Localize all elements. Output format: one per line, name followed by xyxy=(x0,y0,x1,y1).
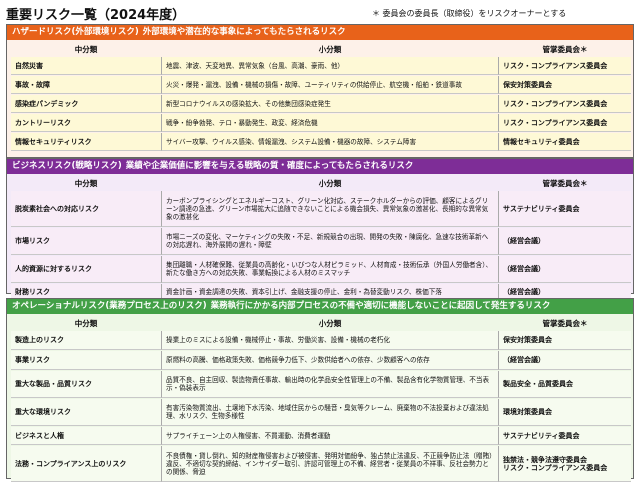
risk-committee: リスク・コンプライアンス委員会 xyxy=(499,114,631,132)
risk-committee: 情報セキュリティ委員会 xyxy=(499,133,631,151)
risk-category: 情報セキュリティリスク xyxy=(11,133,161,151)
risk-category: 事業リスク xyxy=(11,351,161,370)
risk-category: 感染症パンデミック xyxy=(11,95,161,113)
hazard-risk-table: 中分類 小分類 管掌委員会＊ 自然災害 地震、津波、天変地異、異常気象（台風、高… xyxy=(11,42,631,152)
section-label: ビジネスリスク(戦略リスク) xyxy=(12,161,122,171)
risk-committee: 保安対策委員会 xyxy=(499,331,631,350)
risk-detail: 地震、津波、天変地異、異常気象（台風、高潮、豪雨、他） xyxy=(161,57,499,75)
risk-detail: 不良債権・貸し倒れ、知的財産権侵害および被侵害、発明対価紛争、独占禁止法違反、不… xyxy=(161,446,499,482)
risk-committee: リスク・コンプライアンス委員会 xyxy=(499,95,631,113)
column-header-mid: 中分類 xyxy=(74,319,98,328)
section-operational-risk: オペレーショナルリスク(業務プロセス上のリスク) 業務執行にかかる内部プロセスの不… xyxy=(6,298,634,482)
business-risk-table: 中分類 小分類 管掌委員会＊ 脱炭素社会への対応リスク カーボンプライシングとエ… xyxy=(11,176,631,301)
risk-committee: （経営会議） xyxy=(499,228,631,255)
risk-category: 製造上のリスク xyxy=(11,331,161,350)
page-title: 重要リスク一覧（2024年度） xyxy=(6,8,186,23)
section-header-hazard: ハザードリスク(外部環境リスク) 外部環境や潜在的な事象によってもたらされるリスク xyxy=(7,25,633,40)
operational-risk-table: 中分類 小分類 管掌委員会＊ 製造上のリスク 操業上のミスによる設備・機械停止・… xyxy=(11,316,631,482)
risk-committee: 環境対策委員会 xyxy=(499,399,631,426)
risk-detail: 操業上のミスによる設備・機械停止・事故、労働災害、設備・機械の老朽化 xyxy=(161,331,499,350)
column-header-committee: 管掌委員会＊ xyxy=(542,45,588,54)
table-row: 情報セキュリティリスク サイバー攻撃、ウイルス感染、情報漏洩、システム設備・機器… xyxy=(11,133,631,151)
table-row: 重大な環境リスク 有害汚染物質流出、土壌地下水汚染、地域住民からの騒音・臭気等ク… xyxy=(11,399,631,426)
risk-category: 重大な製品・品質リスク xyxy=(11,371,161,398)
section-description: 外部環境や潜在的な事象によってもたらされるリスク xyxy=(142,27,346,37)
table-row: 脱炭素社会への対応リスク カーボンプライシングとエネルギーコスト、グリーン化対応… xyxy=(11,191,631,227)
column-header-small: 小分類 xyxy=(318,179,342,188)
table-row: 感染症パンデミック 新型コロナウイルスの感染拡大、その他集団感染症発生 リスク・… xyxy=(11,95,631,113)
risk-detail: 火災・爆発・漏洩、設備・機械の損傷・故障、ユーティリティの供給停止、航空機・船舶… xyxy=(161,76,499,94)
risk-detail: 有害汚染物質流出、土壌地下水汚染、地域住民からの騒音・臭気等クレーム、廃棄物の不… xyxy=(161,399,499,426)
risk-category: 市場リスク xyxy=(11,228,161,255)
table-row: 製造上のリスク 操業上のミスによる設備・機械停止・事故、労働災害、設備・機械の老… xyxy=(11,331,631,350)
table-row: 事業リスク 原燃料の高騰、価格政策失敗、価格競争力低下、少数供給者への依存、少数… xyxy=(11,351,631,370)
risk-committee: サステナビリティ委員会 xyxy=(499,191,631,227)
section-label: ハザードリスク(外部環境リスク) xyxy=(12,27,139,37)
column-header-committee: 管掌委員会＊ xyxy=(542,319,588,328)
risk-detail: カーボンプライシングとエネルギーコスト、グリーン化対応、ステークホルダーからの評… xyxy=(161,191,499,227)
column-header-small: 小分類 xyxy=(318,319,342,328)
risk-detail: 戦争・紛争勃発、テロ・暴動発生、政変、経済危機 xyxy=(161,114,499,132)
risk-category: 事故・故障 xyxy=(11,76,161,94)
section-description: 業務執行にかかる内部プロセスの不備や適切に機能しないことに起因して発生するリスク xyxy=(210,301,551,311)
risk-category: 脱炭素社会への対応リスク xyxy=(11,191,161,227)
table-row: 自然災害 地震、津波、天変地異、異常気象（台風、高潮、豪雨、他） リスク・コンプ… xyxy=(11,57,631,75)
table-row: 人的資源に対するリスク 集団離職・人材確保難、従業員の高齢化・いびつな人材ピラミ… xyxy=(11,256,631,283)
risk-category: 重大な環境リスク xyxy=(11,399,161,426)
risk-committee: （経営会議） xyxy=(499,351,631,370)
risk-detail: 市場ニーズの変化、マーケティングの失敗・不足、新規競合の出現、開発の失敗・陳腐化… xyxy=(161,228,499,255)
risk-owner-note: ＊ 委員会の委員長（取締役）をリスクオーナーとする xyxy=(372,9,567,18)
section-business-risk: ビジネスリスク(戦略リスク) 業績や企業価値に影響を与える戦略の質・確度によっても… xyxy=(6,158,634,300)
risk-category: 人的資源に対するリスク xyxy=(11,256,161,283)
risk-detail: 新型コロナウイルスの感染拡大、その他集団感染症発生 xyxy=(161,95,499,113)
risk-committee: （経営会議） xyxy=(499,256,631,283)
risk-committee: リスク・コンプライアンス委員会 xyxy=(499,57,631,75)
table-row: カントリーリスク 戦争・紛争勃発、テロ・暴動発生、政変、経済危機 リスク・コンプ… xyxy=(11,114,631,132)
risk-category: 自然災害 xyxy=(11,57,161,75)
risk-detail: 品質不良、自主回収、製造物責任事故、輸出時の化学品安全性管理上の不備、製品含有化… xyxy=(161,371,499,398)
section-hazard-risk: ハザードリスク(外部環境リスク) 外部環境や潜在的な事象によってもたらされるリスク… xyxy=(6,24,634,158)
risk-detail: 集団離職・人材確保難、従業員の高齢化・いびつな人材ピラミッド、人材育成・技術伝承… xyxy=(161,256,499,283)
column-header-committee: 管掌委員会＊ xyxy=(542,179,588,188)
risk-category: カントリーリスク xyxy=(11,114,161,132)
table-row: 法務・コンプライアンス上のリスク 不良債権・貸し倒れ、知的財産権侵害および被侵害… xyxy=(11,446,631,482)
risk-committee: サステナビリティ委員会 xyxy=(499,427,631,445)
table-header-row: 中分類 小分類 管掌委員会＊ xyxy=(11,43,631,56)
section-header-operational: オペレーショナルリスク(業務プロセス上のリスク) 業務執行にかかる内部プロセスの不… xyxy=(7,299,633,314)
risk-detail: サプライチェーン上の人権侵害、不買運動、消費者運動 xyxy=(161,427,499,445)
column-header-mid: 中分類 xyxy=(74,179,98,188)
table-row: ビジネスと人権 サプライチェーン上の人権侵害、不買運動、消費者運動 サステナビリ… xyxy=(11,427,631,445)
section-header-business: ビジネスリスク(戦略リスク) 業績や企業価値に影響を与える戦略の質・確度によっても… xyxy=(7,159,633,174)
section-label: オペレーショナルリスク(業務プロセス上のリスク) xyxy=(12,301,207,311)
risk-detail: 原燃料の高騰、価格政策失敗、価格競争力低下、少数供給者への依存、少数顧客への依存 xyxy=(161,351,499,370)
risk-committee: 保安対策委員会 xyxy=(499,76,631,94)
table-header-row: 中分類 小分類 管掌委員会＊ xyxy=(11,317,631,330)
column-header-mid: 中分類 xyxy=(74,45,98,54)
table-header-row: 中分類 小分類 管掌委員会＊ xyxy=(11,177,631,190)
table-row: 市場リスク 市場ニーズの変化、マーケティングの失敗・不足、新規競合の出現、開発の… xyxy=(11,228,631,255)
risk-committee: 独禁法・競争法遵守委員会 リスク・コンプライアンス委員会 xyxy=(499,446,631,482)
table-row: 事故・故障 火災・爆発・漏洩、設備・機械の損傷・故障、ユーティリティの供給停止、… xyxy=(11,76,631,94)
risk-detail: サイバー攻撃、ウイルス感染、情報漏洩、システム設備・機器の故障、システム障害 xyxy=(161,133,499,151)
column-header-small: 小分類 xyxy=(318,45,342,54)
table-row: 重大な製品・品質リスク 品質不良、自主回収、製造物責任事故、輸出時の化学品安全性… xyxy=(11,371,631,398)
risk-category: ビジネスと人権 xyxy=(11,427,161,445)
section-description: 業績や企業価値に影響を与える戦略の質・確度によってもたらされるリスク xyxy=(125,161,414,171)
risk-committee: 製品安全・品質委員会 xyxy=(499,371,631,398)
risk-category: 法務・コンプライアンス上のリスク xyxy=(11,446,161,482)
